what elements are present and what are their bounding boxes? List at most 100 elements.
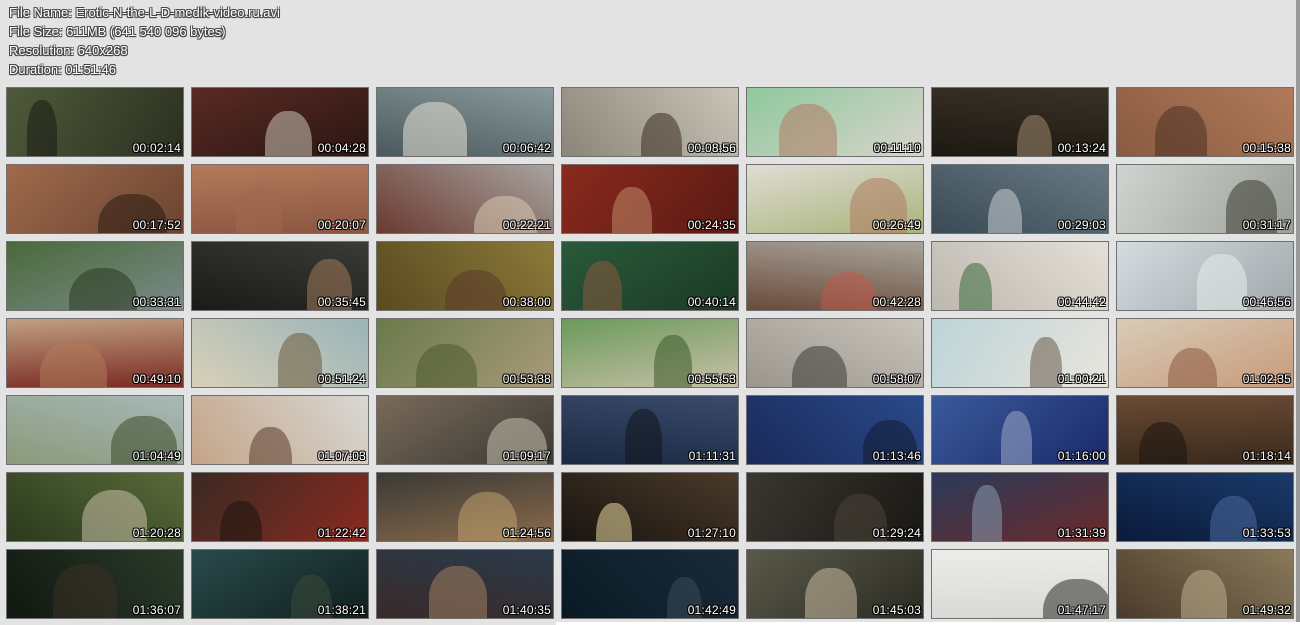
video-thumbnail: 00:51:24	[191, 318, 369, 388]
video-thumbnail: 01:18:14	[1116, 395, 1294, 465]
thumbnail-timestamp: 00:38:00	[502, 295, 551, 309]
thumbnail-scene	[69, 268, 137, 310]
scrollbar-edge	[1296, 0, 1300, 625]
thumbnail-timestamp: 00:24:35	[687, 218, 736, 232]
video-thumbnail: 01:13:46	[746, 395, 924, 465]
video-thumbnail: 01:49:32	[1116, 549, 1294, 619]
thumbnail-scene	[429, 566, 487, 618]
thumbnail-scene	[654, 335, 692, 387]
thumbnail-scene	[625, 409, 662, 464]
thumbnail-timestamp: 01:00:21	[1057, 372, 1106, 386]
video-thumbnail: 00:42:28	[746, 241, 924, 311]
thumbnail-timestamp: 00:11:10	[873, 141, 921, 155]
video-thumbnail: 00:13:24	[931, 87, 1109, 157]
thumbnail-timestamp: 01:13:46	[872, 449, 921, 463]
thumbnail-timestamp: 00:51:24	[317, 372, 366, 386]
thumbnail-scene	[220, 501, 262, 541]
video-thumbnail: 01:04:49	[6, 395, 184, 465]
video-thumbnail: 00:58:07	[746, 318, 924, 388]
thumbnail-timestamp: 01:38:21	[317, 603, 366, 617]
thumbnail-timestamp: 00:08:56	[687, 141, 736, 155]
thumbnail-timestamp: 00:58:07	[872, 372, 921, 386]
thumbnail-scene	[53, 564, 117, 618]
duration-value: 01:51:46	[65, 62, 116, 77]
thumbnail-scene	[792, 346, 847, 387]
thumbnail-scene	[988, 189, 1022, 233]
thumbnail-scene	[1181, 570, 1227, 618]
thumbnail-scene	[445, 270, 507, 310]
thumbnail-timestamp: 01:47:17	[1057, 603, 1106, 617]
duration-line: Duration: 01:51:46	[9, 60, 280, 79]
video-thumbnail: 01:02:35	[1116, 318, 1294, 388]
thumbnail-timestamp: 00:17:52	[132, 218, 181, 232]
thumbnail-scene	[27, 100, 57, 156]
video-thumbnail: 00:49:10	[6, 318, 184, 388]
thumbnail-timestamp: 00:02:14	[132, 141, 181, 155]
thumbnail-timestamp: 01:11:31	[688, 449, 736, 463]
video-thumbnail: 00:11:10	[746, 87, 924, 157]
thumbnail-scene	[40, 342, 107, 387]
thumbnail-timestamp: 00:53:38	[502, 372, 551, 386]
video-thumbnail: 00:53:38	[376, 318, 554, 388]
thumbnail-timestamp: 00:40:14	[687, 295, 736, 309]
thumbnail-timestamp: 01:16:00	[1057, 449, 1106, 463]
thumbnail-scene	[779, 104, 837, 156]
video-thumbnail: 01:38:21	[191, 549, 369, 619]
video-thumbnail: 00:38:00	[376, 241, 554, 311]
video-thumbnail: 01:09:17	[376, 395, 554, 465]
video-thumbnail: 01:00:21	[931, 318, 1109, 388]
video-thumbnail: 00:20:07	[191, 164, 369, 234]
thumbnail-timestamp: 01:22:42	[317, 526, 366, 540]
video-thumbnail: 01:07:03	[191, 395, 369, 465]
video-thumbnail: 00:33:31	[6, 241, 184, 311]
video-thumbnail: 00:44:42	[931, 241, 1109, 311]
thumbnail-timestamp: 00:44:42	[1057, 295, 1106, 309]
video-thumbnail: 01:16:00	[931, 395, 1109, 465]
thumbnail-timestamp: 00:20:07	[317, 218, 366, 232]
file-info-header: File Name: Erotic-N-the-L-D-medik-video.…	[9, 3, 280, 79]
video-thumbnail: 00:40:14	[561, 241, 739, 311]
thumbnail-timestamp: 01:40:35	[502, 603, 551, 617]
thumbnail-scene	[1155, 106, 1207, 156]
thumbnail-timestamp: 00:35:45	[317, 295, 366, 309]
file-size-value: 611MB (641 540 096 bytes)	[66, 24, 226, 39]
thumbnail-timestamp: 01:02:35	[1242, 372, 1291, 386]
thumbnail-timestamp: 00:55:53	[687, 372, 736, 386]
file-size-line: File Size: 611MB (641 540 096 bytes)	[9, 22, 280, 41]
thumbnail-timestamp: 01:18:14	[1242, 449, 1291, 463]
thumbnail-timestamp: 00:26:49	[872, 218, 921, 232]
thumbnail-timestamp: 01:04:49	[132, 449, 181, 463]
thumbnail-timestamp: 01:49:32	[1242, 603, 1291, 617]
thumbnail-scene	[959, 263, 992, 310]
thumbnail-timestamp: 01:45:03	[872, 603, 921, 617]
duration-label: Duration:	[9, 62, 62, 77]
thumbnail-scene	[236, 185, 282, 233]
thumbnail-timestamp: 01:36:07	[132, 603, 181, 617]
video-thumbnail: 00:17:52	[6, 164, 184, 234]
video-thumbnail: 00:35:45	[191, 241, 369, 311]
video-thumbnail: 00:08:56	[561, 87, 739, 157]
file-name-line: File Name: Erotic-N-the-L-D-medik-video.…	[9, 3, 280, 22]
thumbnail-timestamp: 00:22:21	[502, 218, 551, 232]
thumbnail-scene	[596, 503, 632, 541]
thumbnail-scene	[416, 344, 477, 387]
video-thumbnail: 01:27:10	[561, 472, 739, 542]
thumbnail-timestamp: 00:31:17	[1242, 218, 1291, 232]
thumbnail-timestamp: 00:42:28	[872, 295, 921, 309]
thumbnail-scene	[1168, 348, 1217, 387]
video-thumbnail: 01:31:39	[931, 472, 1109, 542]
thumbnail-timestamp: 01:33:53	[1242, 526, 1291, 540]
thumbnail-timestamp: 00:13:24	[1057, 141, 1106, 155]
file-name-value: Erotic-N-the-L-D-medik-video.ru.avi	[75, 5, 280, 20]
video-thumbnail: 00:15:38	[1116, 87, 1294, 157]
thumbnail-scene	[1017, 115, 1052, 156]
thumbnail-timestamp: 00:29:03	[1057, 218, 1106, 232]
thumbnail-scene	[805, 568, 857, 618]
thumbnail-scene	[1197, 254, 1247, 310]
thumbnail-scene	[641, 113, 682, 156]
resolution-line: Resolution: 640x268	[9, 41, 280, 60]
video-thumbnail: 00:22:21	[376, 164, 554, 234]
video-thumbnail: 01:22:42	[191, 472, 369, 542]
file-name-label: File Name:	[9, 5, 72, 20]
thumbnail-timestamp: 00:06:42	[502, 141, 551, 155]
